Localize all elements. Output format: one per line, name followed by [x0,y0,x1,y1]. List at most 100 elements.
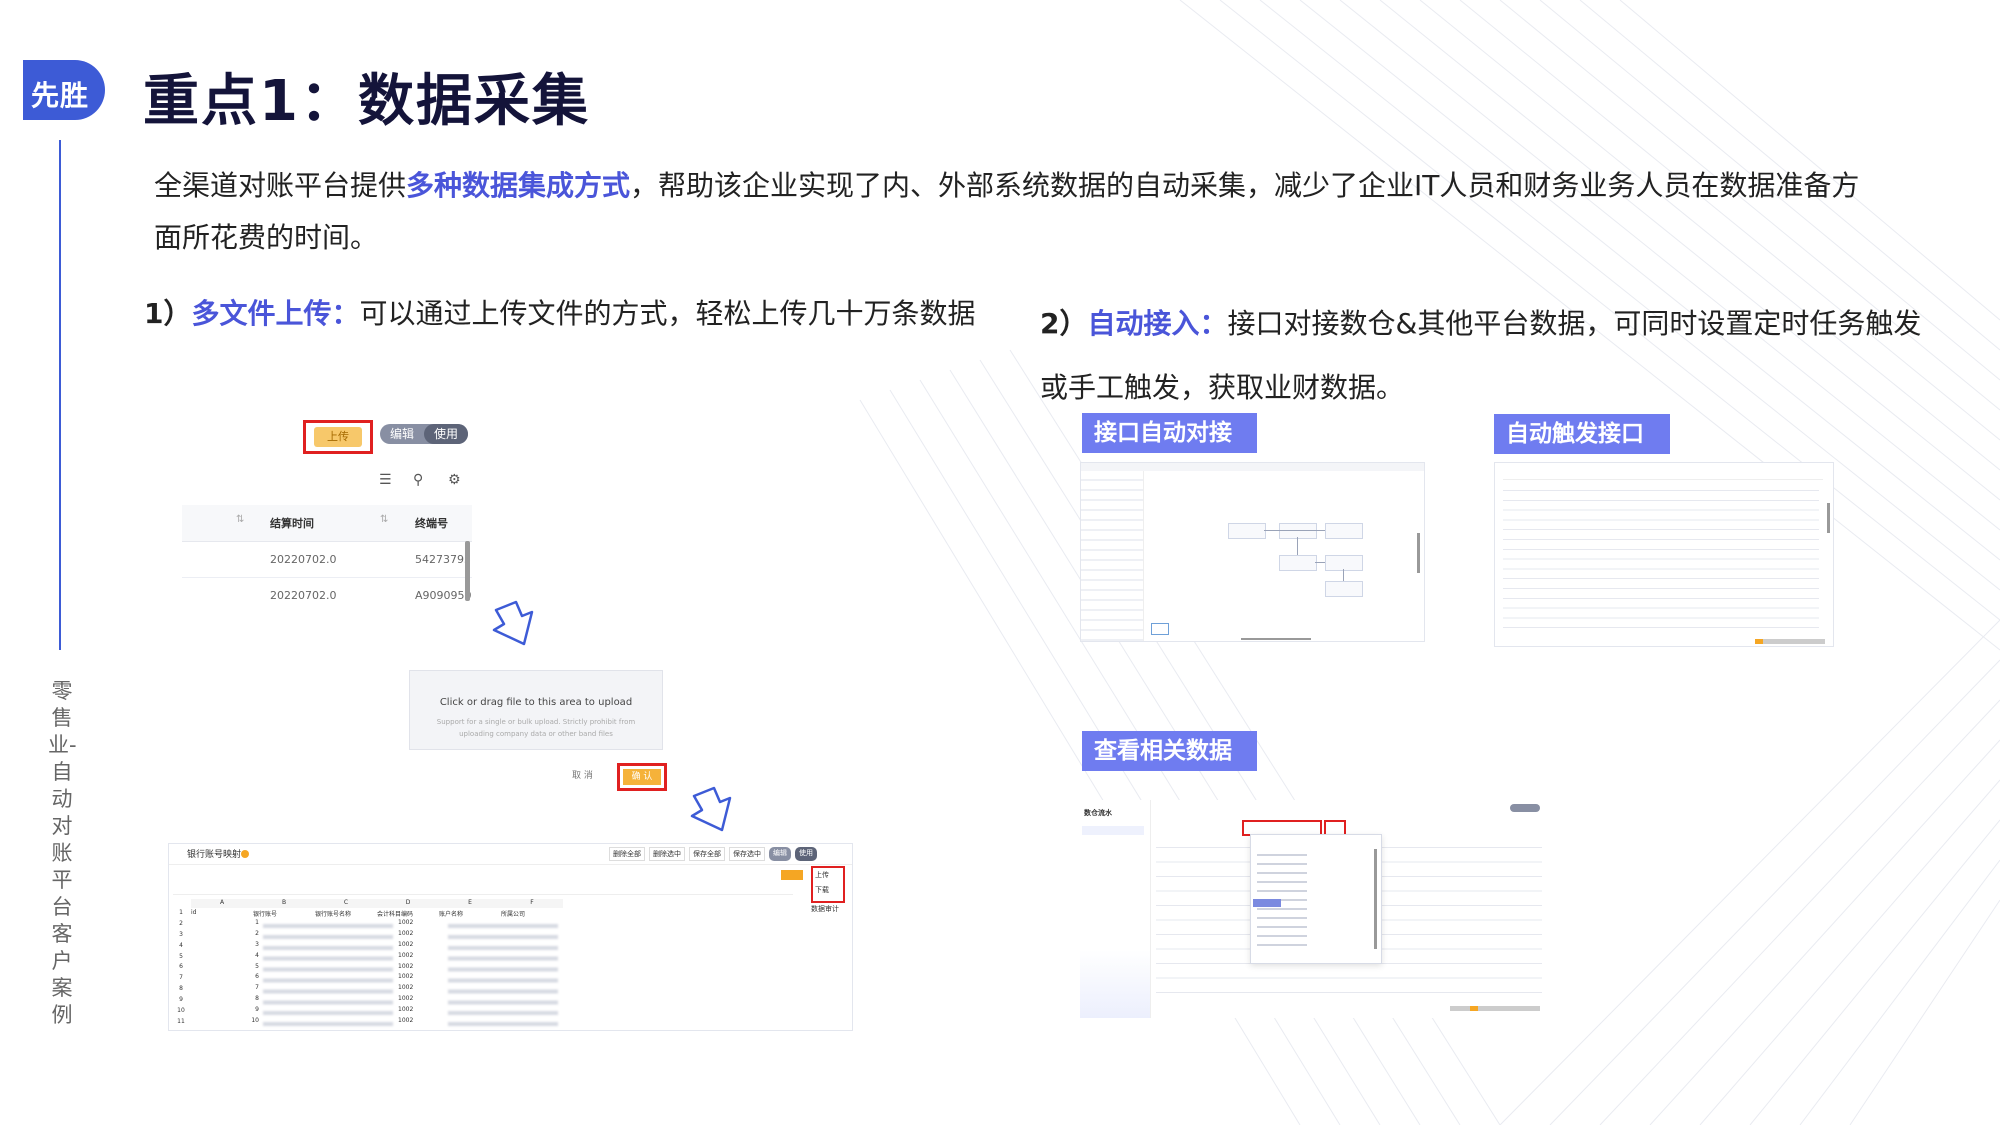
cell-terminal: 54273795 [415,553,471,566]
id-cell: 5 [255,962,259,970]
flow-scrollbar[interactable] [1417,533,1420,573]
api-flow-screenshot [1080,462,1425,642]
id-cell: 8 [255,995,259,1003]
edit-use-toggle[interactable]: 编辑 使用 [380,424,469,444]
flow-h-scrollbar[interactable] [1241,638,1311,640]
view-dropdown[interactable] [1250,834,1382,964]
flow-node[interactable] [1325,581,1363,597]
row-number: 2 [179,919,183,927]
id-cell: 9 [255,1006,259,1014]
filter-icon[interactable]: ⚲ [413,472,423,488]
col-settle-time[interactable]: 结算时间 [270,515,314,531]
flow-node[interactable] [1279,555,1317,571]
row-number: 7 [179,974,183,982]
section-1-number: 1） [144,297,192,330]
section-1-text: 可以通过上传文件的方式，轻松上传几十万条数据 [359,297,976,330]
context-menu: 上传 下载 数据审计 [809,866,849,916]
trigger-pagination[interactable] [1755,639,1825,644]
confirm-button[interactable]: 确 认 [617,763,667,791]
code-cell: 1002 [398,919,414,926]
trigger-scrollbar[interactable] [1827,503,1830,533]
sort-icon[interactable]: ⇅ [236,514,244,525]
row-number: 3 [179,930,183,938]
sheet-edit-button[interactable]: 编辑 [769,847,791,861]
flow-sidebar [1081,471,1144,641]
page-title: 重点1：数据采集 [143,69,590,134]
flow-connector [1315,562,1325,563]
intro-highlight: 多种数据集成方式 [406,169,631,202]
id-cell: 3 [255,940,259,948]
dropzone-hint: Support for a single or bulk upload. Str… [436,718,636,738]
cancel-button[interactable]: 取 消 [572,768,593,781]
intro-paragraph: 全渠道对账平台提供多种数据集成方式，帮助该企业实现了内、外部系统数据的自动采集，… [154,160,1864,264]
section-2-label: 自动接入 [1087,307,1200,340]
menu-data-audit[interactable]: 数据审计 [811,904,839,914]
upload-button[interactable]: 上传 [303,420,373,454]
minimap-icon[interactable] [1151,623,1169,635]
col-letter: D [405,899,411,906]
id-column: 1 2 3 4 5 6 7 8 9 10 [243,919,259,1028]
code-cell: 1002 [398,951,414,959]
section-2-colon: ： [1199,307,1228,340]
sheet-title: 银行账号映射 [187,850,242,860]
menu-upload[interactable]: 上传 [815,870,829,880]
toolbar-save-all[interactable]: 保存全部 [689,847,725,861]
flow-node[interactable] [1228,523,1266,539]
orange-badge [781,870,803,880]
blurred-cells-b-c [263,921,393,1027]
confirm-button-label: 确 认 [623,769,661,785]
code-cell: 1002 [398,929,414,937]
toolbar-delete-all[interactable]: 删除全部 [609,847,645,861]
dropdown-selected[interactable] [1253,899,1281,907]
header-cell: 银行账号 [253,911,278,918]
col-terminal[interactable]: 终端号 [415,515,448,531]
header-cell: 银行账号名称 [315,911,352,918]
code-cell: 1002 [398,962,414,970]
col-letter: A [219,899,225,906]
table-scrollbar[interactable] [465,541,470,601]
dropdown-scrollbar[interactable] [1374,849,1377,949]
section-1-colon: ： [331,297,360,330]
use-button[interactable]: 使用 [424,424,469,444]
toolbar-save-selected[interactable]: 保存选中 [729,847,765,861]
code-cell: 1002 [398,1017,414,1025]
blurred-cells-e-f [448,921,558,1027]
trigger-table [1503,485,1819,635]
id-cell: 4 [255,951,259,959]
arrow-down-icon [492,600,534,646]
upload-dropzone[interactable]: Click or drag file to this area to uploa… [409,670,663,750]
formula-bar[interactable] [173,884,793,895]
view-side-item-active[interactable] [1082,826,1144,835]
view-toggle[interactable] [1510,804,1540,812]
code-cell: 1002 [398,995,414,1003]
cell-settle-time: 20220702.0 [270,589,337,602]
section-1-heading: 1）多文件上传：可以通过上传文件的方式，轻松上传几十万条数据 [144,292,976,332]
sheet-use-button[interactable]: 使用 [795,847,817,861]
row-number: 5 [179,952,183,960]
menu-download[interactable]: 下载 [815,885,829,895]
flow-topbar [1081,463,1424,471]
id-cell: 7 [255,984,259,992]
table-row: 20220702.0 A9090950 [182,577,472,602]
row-number: 9 [179,996,183,1004]
col-letter: C [343,899,349,906]
flow-node[interactable] [1279,523,1317,539]
intro-text-1: 全渠道对账平台提供 [154,169,407,202]
edit-button[interactable]: 编辑 [380,424,424,444]
logo-text: 先胜 [31,79,90,112]
flow-node[interactable] [1325,555,1363,571]
columns-icon[interactable]: ☰ [379,472,392,488]
settings-icon[interactable]: ⚙ [448,472,461,488]
tag-api-auto: 接口自动对接 [1082,413,1257,453]
auto-trigger-screenshot [1494,462,1834,647]
flow-node[interactable] [1325,523,1363,539]
upload-button-label: 上传 [314,427,362,447]
sort-icon[interactable]: ⇅ [380,514,388,525]
toolbar-delete-selected[interactable]: 删除选中 [649,847,685,861]
row-number: 4 [179,941,183,949]
id-cell: 1 [255,919,259,926]
row-number: 8 [179,985,183,993]
sheet-grid: A B C D E F id 银行账号 银行账号名称 会计科目编码 账户名称 所… [173,899,563,1030]
cell-settle-time: 20220702.0 [270,553,337,566]
view-pagination[interactable] [1450,1006,1540,1011]
